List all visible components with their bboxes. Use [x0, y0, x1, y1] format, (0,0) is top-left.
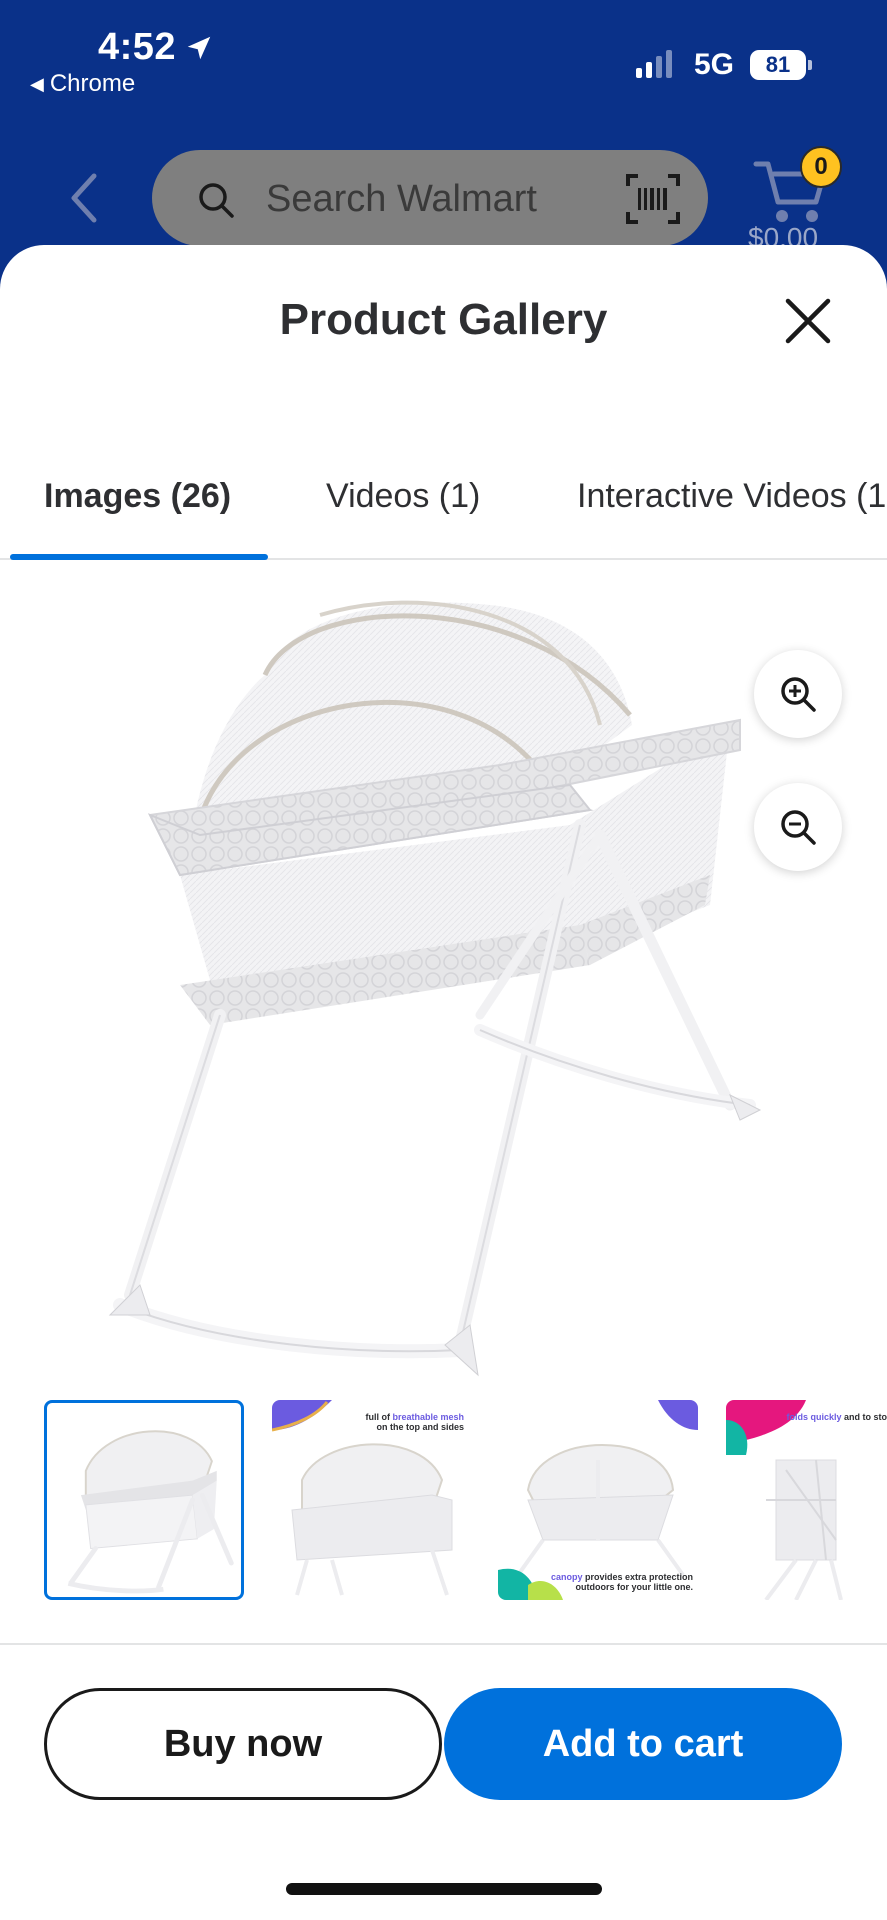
- home-indicator[interactable]: [286, 1883, 602, 1895]
- signal-icon: [636, 48, 672, 78]
- cart-count-badge: 0: [800, 146, 842, 188]
- zoom-in-icon: [781, 677, 816, 712]
- thumbnail-bassinet-image: [67, 1430, 234, 1594]
- thumbnail-strip: full of breathable mesh on the top and si…: [0, 1400, 887, 1600]
- back-chevron-icon[interactable]: [64, 168, 104, 228]
- thumbnail-3-caption: canopy provides extra protection outdoor…: [550, 1572, 693, 1593]
- battery-level: 81: [765, 52, 791, 77]
- zoom-out-icon: [781, 810, 816, 845]
- thumbnail-4-caption: folds quickly and to stow or take on th: [786, 1412, 887, 1422]
- thumbnail-2[interactable]: full of breathable mesh on the top and si…: [272, 1400, 472, 1600]
- search-input[interactable]: Search Walmart: [266, 178, 537, 221]
- location-arrow-icon: [187, 36, 211, 59]
- thumbnail-2-caption: full of breathable mesh on the top and si…: [365, 1412, 464, 1433]
- back-triangle-icon: ◀: [30, 73, 44, 94]
- close-icon[interactable]: [782, 295, 834, 347]
- search-bar[interactable]: Search Walmart: [152, 150, 708, 246]
- thumbnail-1[interactable]: [44, 1400, 244, 1600]
- status-bar: 4:52 ◀ Chrome 5G 81: [0, 0, 887, 110]
- tab-images[interactable]: Images (26): [44, 460, 231, 560]
- gallery-tabs: Images (26) Videos (1) Interactive Video…: [0, 460, 887, 560]
- active-tab-indicator: [10, 554, 268, 560]
- back-to-app-link[interactable]: ◀ Chrome: [30, 70, 135, 98]
- zoom-out-button[interactable]: [754, 783, 842, 871]
- clock-time: 4:52: [98, 26, 177, 68]
- walmart-header: Search Walmart 0 $0.00: [0, 110, 887, 253]
- sheet-title: Product Gallery: [279, 295, 608, 344]
- footer-divider: [0, 1643, 887, 1645]
- thumbnail-4[interactable]: folds quickly and to stow or take on th: [726, 1400, 887, 1600]
- tab-interactive-videos[interactable]: Interactive Videos (1: [577, 460, 886, 560]
- zoom-in-button[interactable]: [754, 650, 842, 738]
- back-app-label: Chrome: [49, 70, 136, 97]
- network-type: 5G: [694, 48, 735, 81]
- add-to-cart-button[interactable]: Add to cart: [444, 1688, 842, 1800]
- tab-videos[interactable]: Videos (1): [326, 460, 480, 560]
- barcode-scan-icon[interactable]: [624, 172, 682, 226]
- clock: 4:52: [98, 26, 214, 69]
- product-image-bassinet[interactable]: [100, 575, 790, 1435]
- battery-icon: 81: [750, 50, 812, 80]
- product-gallery-sheet: Product Gallery Images (26) Videos (1) I…: [0, 245, 887, 1920]
- thumbnail-3[interactable]: canopy provides extra protection outdoor…: [498, 1400, 698, 1600]
- thumbnail-canopy-image: [498, 1400, 698, 1600]
- search-icon: [199, 183, 234, 218]
- buy-now-button[interactable]: Buy now: [44, 1688, 442, 1800]
